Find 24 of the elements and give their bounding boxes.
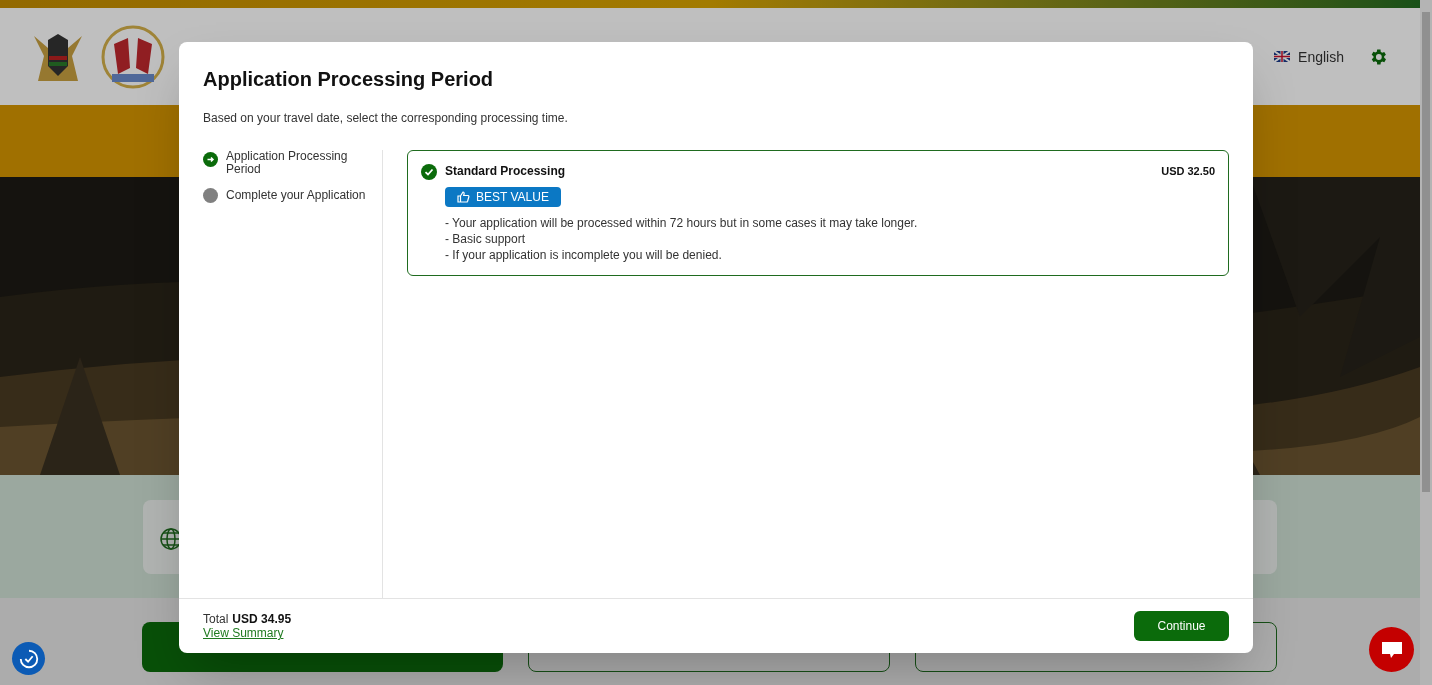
language-selector[interactable]: English [1274, 46, 1344, 67]
thumbs-up-icon [457, 190, 470, 203]
option-detail: - Basic support [445, 230, 527, 247]
total-label: Total [203, 612, 229, 626]
dialog-subtitle: Based on your travel date, select the corresponding processing time. [203, 110, 569, 126]
dialog-title: Application Processing Period [203, 67, 495, 92]
flag-icon [1274, 51, 1291, 62]
continue-button[interactable]: Continue [1134, 611, 1229, 641]
step-item[interactable]: Complete your Application [203, 188, 370, 203]
option-card[interactable] [407, 150, 1229, 276]
option-detail: - Your application will be processed within 72 hours but in some cases it may take longer. [445, 214, 919, 231]
chat-icon [1380, 639, 1403, 660]
option-name: Standard Processing [445, 163, 566, 180]
option-price: USD 32.50 [1161, 164, 1215, 179]
view-summary-link[interactable]: View Summary [203, 626, 292, 640]
total-value: USD 34.95 [232, 612, 292, 626]
step-item[interactable]: Application Processing Period [203, 150, 370, 176]
best-value-badge: BEST VALUE [445, 186, 561, 207]
check-icon [421, 164, 437, 180]
option-detail: - If your application is incomplete you will be denied. [445, 246, 723, 263]
step-dot-icon [203, 188, 218, 203]
emblem-icon [100, 23, 166, 90]
accessibility-icon [17, 647, 40, 670]
scrollbar[interactable] [1420, 0, 1432, 685]
